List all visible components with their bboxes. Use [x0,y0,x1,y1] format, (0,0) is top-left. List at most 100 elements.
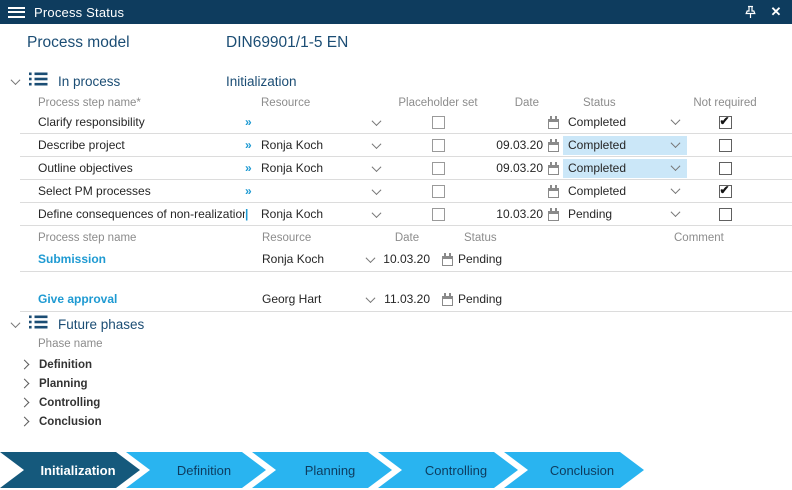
calendar-icon[interactable] [548,165,559,175]
resource-assign-icon[interactable]: » [245,138,261,152]
phase-name: Planning [39,378,88,390]
collapse-icon[interactable] [8,74,22,88]
placeholder-checkbox[interactable] [432,185,445,198]
placeholder-checkbox[interactable] [432,162,445,175]
col-status: Status [458,232,548,244]
calendar-icon[interactable] [442,256,453,266]
resource-assign-icon[interactable]: » [245,184,261,198]
section-title: In process [58,74,120,89]
status-select[interactable]: Completed [563,113,687,132]
section-title: Future phases [58,317,144,332]
window-title: Process Status [34,5,124,20]
status-value: Pending [458,292,548,306]
expand-icon[interactable] [20,379,30,389]
resource-assign-icon[interactable]: » [245,115,261,129]
process-status-window: Process Status ✕ Process model DIN69901/… [0,0,792,490]
step-link[interactable]: Give approval [38,292,117,306]
expand-icon[interactable] [20,398,30,408]
date-value[interactable]: 10.03.20 [493,207,543,221]
date-value[interactable]: 10.03.20 [378,252,436,266]
phase-arrow-label: Conclusion [550,463,614,478]
phase-arrow-controlling[interactable]: Controlling [378,452,518,488]
calendar-icon[interactable] [548,211,559,221]
status-value: Completed [568,138,626,152]
status-value: Completed [568,161,626,175]
calendar-icon[interactable] [442,296,453,306]
resource-value[interactable]: Ronja Koch [261,207,369,221]
resource-dropdown-icon[interactable] [369,142,383,149]
status-value: Completed [568,184,626,198]
phase-tree-item[interactable]: Definition [0,355,772,374]
status-select[interactable]: Completed [563,136,687,155]
step-name: Define consequences of non-realization [20,207,245,221]
resource-value[interactable]: Ronja Koch [262,252,362,266]
menu-icon[interactable] [8,7,25,18]
table-row: Define consequences of non-realization |… [20,203,792,226]
titlebar: Process Status ✕ [0,0,792,24]
date-value[interactable]: 11.03.20 [378,292,436,306]
phase-arrow-planning[interactable]: Planning [252,452,392,488]
process-model-value: DIN69901/1-5 EN [226,34,348,52]
placeholder-checkbox[interactable] [432,139,445,152]
phase-arrow-label: Initialization [40,463,115,478]
phase-arrow-initialization[interactable]: Initialization [0,452,140,488]
section-in-process-header: In process Initialization [0,70,792,92]
section-future-phases-header: Future phases [0,313,792,335]
calendar-icon[interactable] [548,142,559,152]
process-model-label: Process model [27,34,130,52]
resource-dropdown-icon[interactable] [369,165,383,172]
not-required-checkbox[interactable] [719,162,732,175]
placeholder-checkbox[interactable] [432,208,445,221]
pin-icon[interactable] [740,2,760,22]
table2-header: Process step name Resource Date Status C… [20,230,792,246]
resource-dropdown-icon[interactable] [362,256,378,263]
expand-icon[interactable] [20,417,30,427]
resource-dropdown-icon[interactable] [369,119,383,126]
not-required-checkbox[interactable] [719,116,732,129]
resource-assign-icon[interactable]: » [245,161,261,175]
col-not-required: Not required [687,97,763,109]
not-required-checkbox[interactable] [719,139,732,152]
resource-dropdown-icon[interactable] [369,188,383,195]
table1-header: Process step name* Resource Placeholder … [20,95,792,111]
date-value[interactable]: 09.03.20 [493,161,543,175]
phase-tree-item[interactable]: Planning [0,374,772,393]
phase-tree-item[interactable]: Controlling [0,393,772,412]
status-select[interactable]: Pending [563,205,687,224]
phase-arrow-conclusion[interactable]: Conclusion [504,452,644,488]
col-step-name: Process step name [20,232,262,244]
resource-dropdown-icon[interactable] [362,296,378,303]
process-model-row: Process model DIN69901/1-5 EN [0,34,792,56]
calendar-icon[interactable] [548,188,559,198]
phase-arrow-definition[interactable]: Definition [126,452,266,488]
status-select[interactable]: Completed [563,159,687,178]
collapse-icon[interactable] [8,317,22,331]
table-row: Clarify responsibility » Completed [20,111,792,134]
status-select[interactable]: Completed [563,182,687,201]
close-icon[interactable]: ✕ [766,2,786,22]
col-step-name: Process step name* [20,97,245,109]
step-link[interactable]: Submission [38,252,106,266]
resource-value[interactable]: Ronja Koch [261,161,369,175]
list-icon [29,315,48,334]
col-date: Date [378,232,436,244]
date-value[interactable]: 09.03.20 [493,138,543,152]
col-phase-name: Phase name [38,338,103,350]
col-date: Date [493,97,543,109]
table-row: Select PM processes » Completed [20,180,792,203]
not-required-checkbox[interactable] [719,208,732,221]
phase-tree-item[interactable]: Conclusion [0,412,772,431]
expand-icon[interactable] [20,360,30,370]
table-row: Give approval Georg Hart 11.03.20 Pendin… [20,287,792,312]
resource-dropdown-icon[interactable] [369,211,383,218]
placeholder-checkbox[interactable] [432,116,445,129]
resource-value[interactable]: Georg Hart [262,292,362,306]
phase-name: Conclusion [39,416,102,428]
resource-info-icon[interactable]: | [245,207,261,221]
calendar-icon[interactable] [548,119,559,129]
not-required-checkbox[interactable] [719,185,732,198]
col-comment: Comment [548,232,792,244]
resource-value[interactable]: Ronja Koch [261,138,369,152]
phase-name: Controlling [39,397,100,409]
status-value: Completed [568,115,626,129]
